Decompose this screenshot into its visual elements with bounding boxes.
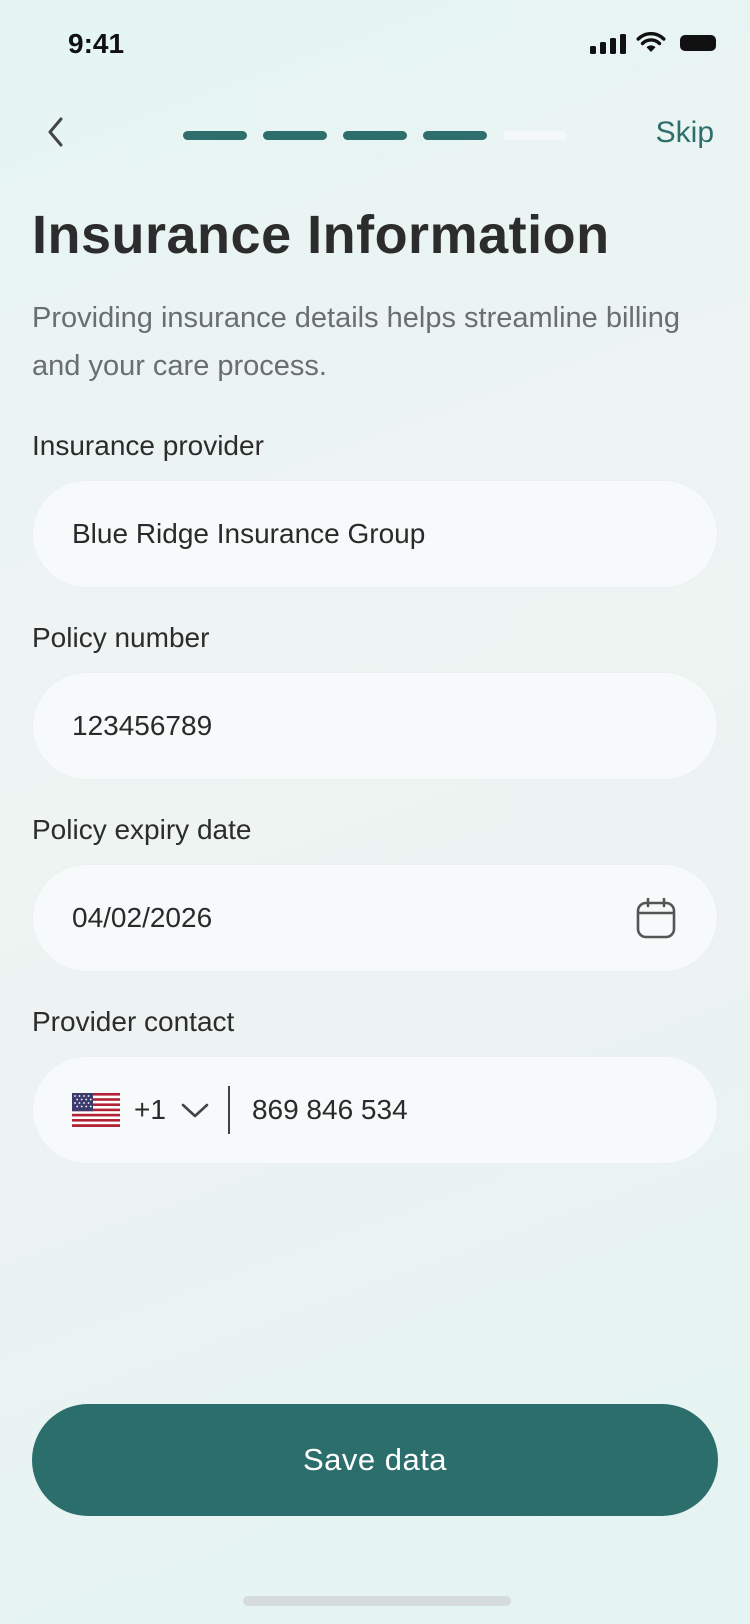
status-icons (590, 32, 716, 54)
policy-expiry-date-field[interactable]: 04/02/2026 (32, 864, 718, 972)
battery-icon (680, 35, 716, 51)
provider-contact-value: 869 846 534 (251, 1094, 408, 1125)
skip-button[interactable]: Skip (656, 116, 714, 150)
progress-step-completed (183, 131, 247, 140)
chevron-down-icon (181, 1103, 209, 1118)
page-title: Insurance Information (32, 205, 610, 265)
cellular-signal-icon (590, 32, 626, 54)
us-flag-icon (72, 1093, 120, 1127)
input-divider (227, 1086, 230, 1134)
progress-step-completed (263, 131, 327, 140)
provider-contact-field[interactable]: +1 869 846 534 (32, 1056, 718, 1164)
policy-expiry-date-value: 04/02/2026 (72, 902, 213, 933)
country-code-selector[interactable]: +1 (72, 1093, 210, 1127)
calendar-icon[interactable] (634, 896, 678, 940)
dial-code: +1 (134, 1094, 166, 1125)
policy-number-field[interactable]: 123456789 (32, 672, 718, 780)
policy-number-value: 123456789 (72, 710, 213, 741)
policy-expiry-date-label: Policy expiry date (32, 814, 252, 845)
insurance-provider-field[interactable]: Blue Ridge Insurance Group (32, 480, 718, 588)
step-progress-indicator (183, 131, 567, 140)
insurance-provider-value: Blue Ridge Insurance Group (72, 518, 426, 549)
home-indicator (243, 1596, 511, 1606)
page-subtitle: Providing insurance details helps stream… (32, 302, 681, 382)
save-data-button[interactable]: Save data (32, 1404, 718, 1516)
back-button[interactable] (36, 110, 76, 154)
progress-step-completed (423, 131, 487, 140)
insurance-provider-label: Insurance provider (32, 430, 264, 461)
chevron-left-icon (48, 117, 63, 147)
wifi-icon (636, 32, 666, 52)
insurance-information-screen: 9:41 Skip Insurance Information Providin… (0, 0, 750, 1624)
progress-step-pending (503, 131, 567, 140)
progress-step-completed (343, 131, 407, 140)
policy-number-label: Policy number (32, 622, 210, 653)
status-time: 9:41 (68, 28, 125, 59)
provider-contact-label: Provider contact (32, 1006, 235, 1037)
